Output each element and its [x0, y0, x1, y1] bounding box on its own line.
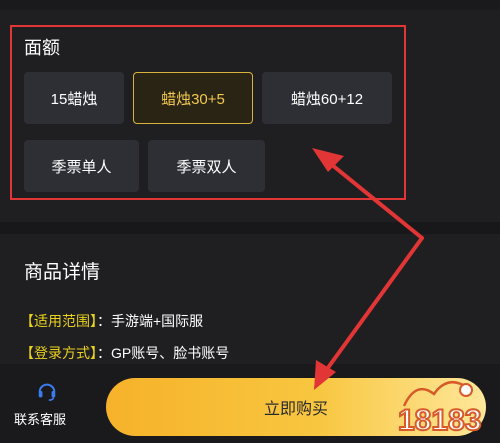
- top-strip: [0, 0, 500, 10]
- detail-row-scope: 【适用范围】：手游端+国际服: [20, 311, 203, 331]
- detail-row-login: 【登录方式】：GP账号、脸书账号: [20, 343, 229, 363]
- site-watermark-logo: 18183: [397, 381, 482, 438]
- detail-label-login: 【登录方式】: [20, 345, 97, 361]
- detail-value-scope: ：手游端+国际服: [97, 313, 204, 329]
- section-divider: [0, 222, 500, 234]
- product-details-title: 商品详情: [24, 262, 101, 283]
- headset-icon: [38, 383, 56, 401]
- detail-label-scope: 【适用范围】: [20, 313, 97, 329]
- annotation-highlight-box: [10, 25, 406, 200]
- detail-value-login: ：GP账号、脸书账号: [97, 345, 230, 361]
- svg-text:18183: 18183: [398, 404, 481, 437]
- customer-service-label: 联系客服: [14, 412, 67, 427]
